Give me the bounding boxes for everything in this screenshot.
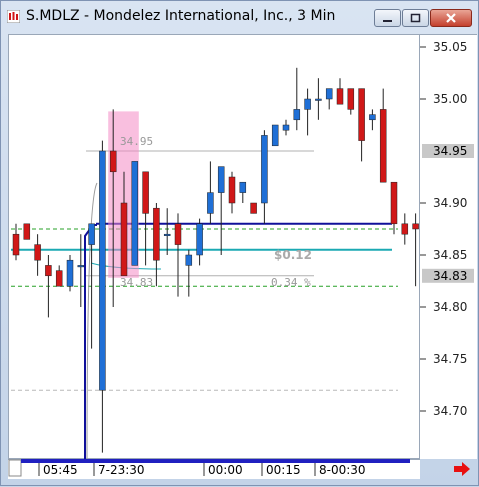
x-tick-label: 05:45: [43, 463, 78, 477]
range-low-label: 34.83: [120, 276, 153, 289]
candle: [185, 249, 193, 297]
candle-body-down: [412, 223, 419, 230]
candle: [99, 140, 106, 453]
y-tick-label: 34.70: [433, 404, 467, 418]
candle-body-down: [23, 223, 31, 240]
y-tick-label: 35.05: [433, 40, 467, 54]
x-tick-label: 8-00:30: [319, 463, 366, 477]
candle: [390, 181, 398, 235]
candlestick-chart: 34.95 34.83 $0.12 0.34 % 35.05 35.00 34.90 34.…: [8, 40, 474, 477]
candle-body-up: [163, 233, 171, 236]
range-high-label: 34.95: [120, 135, 153, 148]
candle-body-up: [271, 124, 279, 147]
candle: [153, 203, 160, 287]
candle-body-up: [261, 135, 268, 204]
candle: [217, 166, 225, 255]
scroll-corner[interactable]: [8, 459, 22, 477]
candle-body-up: [77, 265, 85, 268]
x-tick-label: 7-23:30: [98, 463, 145, 477]
candle-body-up: [304, 98, 311, 110]
candle: [23, 223, 31, 240]
chart-window: S.MDLZ - Mondelez International, Inc., 3…: [0, 0, 479, 486]
candle-body-up: [185, 254, 193, 266]
price-tag-label: 34.83: [433, 269, 467, 283]
candle: [196, 218, 203, 266]
price-diff-label: $0.12: [274, 248, 312, 262]
y-tick-label: 34.85: [433, 248, 467, 262]
candle: [228, 171, 236, 214]
candle-body-down: [336, 88, 344, 105]
candle-body-up: [88, 223, 95, 245]
candle-body-down: [109, 150, 117, 173]
candle-body-down: [250, 202, 257, 214]
candle-body-up: [217, 166, 225, 193]
x-tick-label: 00:15: [266, 463, 301, 477]
x-tick-label: 00:00: [208, 463, 243, 477]
candle: [55, 265, 63, 287]
candle-body-up: [131, 161, 139, 266]
candle: [261, 130, 268, 224]
candle: [77, 234, 85, 307]
candle-body-down: [120, 202, 128, 277]
candle: [412, 213, 419, 287]
candle-body-down: [142, 171, 149, 214]
candle: [347, 88, 355, 115]
candle-body-up: [369, 114, 376, 121]
y-tick-label: 35.00: [433, 92, 467, 106]
scroll-right-arrow-icon[interactable]: [454, 462, 470, 476]
candle: [131, 161, 139, 266]
price-tag: 34.95: [422, 144, 474, 158]
candle: [336, 78, 344, 105]
candle: [401, 213, 409, 245]
candle-body-down: [379, 109, 387, 183]
candle-body-down: [45, 265, 52, 277]
candle: [66, 255, 74, 292]
candle: [163, 208, 171, 255]
candle: [325, 88, 333, 110]
candle-body-up: [66, 259, 74, 287]
candle-body-down: [228, 176, 236, 204]
price-tag: 34.83: [422, 268, 474, 283]
candle: [282, 119, 290, 136]
candle: [142, 171, 149, 266]
candle: [250, 202, 257, 214]
y-tick-label: 34.80: [433, 300, 467, 314]
candle-body-up: [196, 223, 203, 256]
candle: [369, 109, 376, 131]
candle-body-up: [282, 124, 290, 131]
candle-body-up: [207, 192, 214, 214]
y-tick-label: 34.75: [433, 352, 467, 366]
candle-body-down: [401, 223, 409, 235]
candle: [34, 234, 41, 276]
candle-body-down: [153, 207, 160, 261]
percent-diff-label: 0.34 %: [271, 276, 311, 289]
candle: [174, 213, 182, 297]
candle-body-down: [358, 88, 365, 141]
candle-body-down: [390, 181, 398, 225]
candle-body-up: [315, 98, 322, 101]
price-tag-label: 34.95: [433, 144, 467, 158]
candle: [207, 161, 214, 224]
candle: [271, 124, 279, 147]
candle: [358, 88, 365, 162]
candle-body-down: [174, 223, 182, 245]
candle-body-down: [12, 233, 20, 256]
candle-body-up: [99, 150, 106, 391]
candle-body-up: [325, 88, 333, 100]
candle: [379, 88, 387, 183]
time-scrollbar[interactable]: [21, 459, 410, 463]
candle: [293, 67, 301, 131]
candle: [239, 181, 247, 203]
candle-body-down: [347, 88, 355, 110]
candle: [315, 78, 322, 120]
candle-body-up: [293, 109, 301, 121]
candle-body-up: [239, 181, 247, 193]
candle-body-down: [34, 244, 41, 261]
candle: [304, 88, 311, 136]
candle-body-down: [55, 270, 63, 287]
y-tick-label: 34.90: [433, 196, 467, 210]
